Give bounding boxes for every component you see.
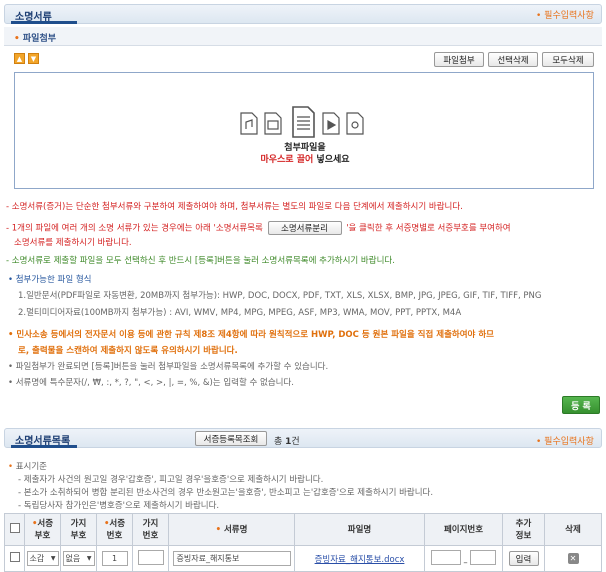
extra-info-cell: 입력 [502, 545, 545, 572]
drop-text-line2: 마우스로 끌어 넣으세요 [260, 155, 350, 165]
split-documents-button[interactable]: 소명서류분리 [267, 221, 342, 235]
guide-line3: - 독립당사자 참가인은'병호증'으로 제출하시기 바랍니다. [18, 501, 220, 511]
branch-code-cell: 없음 ▼ [60, 545, 97, 572]
attach-subheader: • 파일첨부 [4, 27, 602, 46]
branch-number-cell [132, 545, 169, 572]
guide-line2: - 본소가 소취하되어 병합 분리된 반소사건의 경우 반소원고는'을호증', … [18, 488, 434, 498]
evidence-code-select[interactable]: 소갑 ▼ [26, 551, 59, 566]
bullet-register-info: • 파일첨부가 완료되면 [등록]버튼을 눌러 첨부파일을 소명서류목록에 추가… [8, 362, 329, 372]
image-file-icon [264, 112, 282, 135]
formats-title: • 첨부가능한 파일 형식 [8, 275, 92, 285]
branch-code-select[interactable]: 없음 ▼ [62, 551, 95, 566]
required-note: • 필수입력사항 [536, 11, 594, 21]
header-evidence-number: •서증 번호 [96, 513, 133, 546]
move-up-button[interactable]: ▲ [14, 53, 25, 64]
move-down-button[interactable]: ▼ [28, 53, 39, 64]
file-drop-zone[interactable]: 첨부파일을 마우스로 끌어 넣으세요 [14, 72, 594, 189]
formats-documents: 1.일반문서(PDF파일로 자동변환, 20MB까지 첨부가능): HWP, D… [18, 291, 542, 301]
header-branch-number: 가지 번호 [132, 513, 169, 546]
warning-line1: • 민사소송 등에서의 전자문서 이용 등에 관한 규칙 제8조 제4항에 따라… [8, 330, 494, 340]
page-number-cell: – [424, 545, 503, 572]
attach-title: • 파일첨부 [14, 34, 57, 44]
guide-line1: - 제출자가 사건의 원고일 경우'갑호증', 피고일 경우'을호증'으로 제출… [18, 475, 324, 485]
row-checkbox[interactable] [9, 552, 20, 562]
note-split-b: 소명서류를 제출하시기 바랍니다. [14, 238, 132, 248]
note-register: - 소명서류로 제출할 파일을 모두 선택하신 후 반드시 [등록]버튼을 눌러… [6, 256, 395, 266]
note-split-a: - 1개의 파일에 여러 개의 소명 서류가 있는 경우에는 아래 '소명서류목… [6, 221, 511, 235]
header-branch-code: 가지 부호 [60, 513, 97, 546]
branch-number-input[interactable] [137, 549, 164, 565]
title-underline [11, 445, 77, 448]
select-all-checkbox[interactable] [9, 522, 20, 533]
guide-title: • 표시기준 [8, 462, 47, 472]
delete-all-button[interactable]: 모두삭제 [542, 52, 594, 67]
extra-info-button[interactable]: 입력 [508, 551, 539, 566]
page-from-input[interactable] [430, 549, 461, 565]
delete-selected-button[interactable]: 선택삭제 [488, 52, 538, 67]
evidence-list-search-button[interactable]: 서증등록목조회 [195, 431, 267, 446]
evidence-number-cell: 1 [96, 545, 133, 572]
title-underline [11, 21, 77, 24]
register-button[interactable]: 등 록 [562, 396, 600, 414]
attach-file-button[interactable]: 파일첨부 [434, 52, 484, 67]
document-list-table: •서증 부호 가지 부호 •서증 번호 가지 번호 • 서류명 파일명 페이지번호 추가… [4, 513, 602, 572]
document-file-icon [292, 106, 315, 138]
document-name-input[interactable]: 증빙자료_해지통보 [172, 551, 291, 566]
formats-multimedia: 2.멀티미디어자료(100MB까지 첨부가능) : AVI, WMV, MP4,… [18, 308, 462, 318]
table-header-row: •서증 부호 가지 부호 •서증 번호 가지 번호 • 서류명 파일명 페이지번호 추가… [4, 513, 602, 546]
header-page-number: 페이지번호 [424, 513, 503, 546]
evidence-number-input[interactable]: 1 [101, 551, 128, 566]
section-header-documents: 소명서류 [4, 4, 602, 24]
document-name-cell: 증빙자료_해지통보 [168, 545, 295, 572]
bullet-special-chars: • 서류명에 특수문자(/, ₩, :, *, ?, ", <, >, |, =… [8, 378, 294, 388]
file-type-icons [240, 106, 364, 138]
header-evidence-code: •서증 부호 [24, 513, 61, 546]
settings-file-icon [346, 112, 364, 135]
delete-cell: ✕ [544, 545, 602, 572]
table-row: 소갑 ▼ 없음 ▼ 1 증빙자료_해지통보 증빙자료_해지통보.docx – 입력 … [4, 545, 602, 572]
note-evidence: - 소명서류(증거)는 단순한 첨부서류와 구분하여 제출하여야 하며, 첨부서… [6, 202, 463, 212]
header-file-name: 파일명 [294, 513, 425, 546]
delete-row-icon[interactable]: ✕ [567, 553, 579, 564]
header-document-name: • 서류명 [168, 513, 295, 546]
select-all-header [4, 513, 25, 546]
page-to-input[interactable] [470, 549, 497, 565]
total-count: 총 1건 [274, 437, 300, 447]
warning-line2: 로, 출력물을 스캔하여 제출하지 않도록 유의하시기 바랍니다. [18, 346, 238, 356]
header-extra-info: 추가 정보 [502, 513, 545, 546]
header-delete: 삭제 [544, 513, 602, 546]
required-note-2: • 필수입력사항 [536, 437, 594, 447]
row-select-cell [4, 545, 25, 572]
file-name-cell: 증빙자료_해지통보.docx [294, 545, 425, 572]
evidence-code-cell: 소갑 ▼ [24, 545, 61, 572]
audio-file-icon [240, 112, 258, 135]
section-header-document-list: 소명서류목록 [4, 428, 602, 448]
file-name-link[interactable]: 증빙자료_해지통보.docx [315, 555, 405, 565]
